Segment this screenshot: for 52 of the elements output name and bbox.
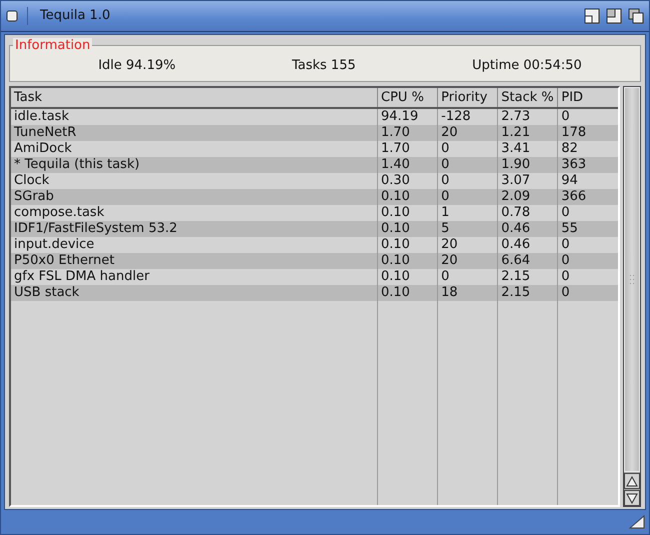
table-cell: 2.15 xyxy=(498,285,558,301)
table-cell: 1.70 xyxy=(378,125,438,141)
table-cell: Clock xyxy=(11,173,378,189)
table-cell: 0 xyxy=(558,285,618,301)
table-cell: SGrab xyxy=(11,189,378,205)
table-cell: 0 xyxy=(438,189,498,205)
table-cell: 178 xyxy=(558,125,618,141)
table-cell: 6.64 xyxy=(498,253,558,269)
tasks-label: Tasks 155 xyxy=(292,58,356,73)
table-cell: 0 xyxy=(558,253,618,269)
table-cell: compose.task xyxy=(11,205,378,221)
table-cell: idle.task xyxy=(11,108,378,125)
table-cell: 2.09 xyxy=(498,189,558,205)
table-cell: TuneNetR xyxy=(11,125,378,141)
table-cell: 0 xyxy=(438,157,498,173)
table-cell: 1.21 xyxy=(498,125,558,141)
column-header[interactable]: CPU % xyxy=(378,88,438,108)
column-header[interactable]: PID xyxy=(558,88,618,108)
scroll-up-button[interactable] xyxy=(624,473,640,489)
table-cell: 0.10 xyxy=(378,253,438,269)
table-cell: input.device xyxy=(11,237,378,253)
idle-label: Idle 94.19% xyxy=(98,58,176,73)
table-cell: 0.10 xyxy=(378,285,438,301)
table-cell: 55 xyxy=(558,221,618,237)
table-cell: AmiDock xyxy=(11,141,378,157)
table-cell: P50x0 Ethernet xyxy=(11,253,378,269)
table-cell: 0.10 xyxy=(378,189,438,205)
column-header[interactable]: Task xyxy=(11,88,378,108)
table-cell: gfx FSL DMA handler xyxy=(11,269,378,285)
uptime-label: Uptime 00:54:50 xyxy=(472,58,582,73)
table-cell: * Tequila (this task) xyxy=(11,157,378,173)
resize-handle-icon[interactable] xyxy=(629,515,645,529)
table-cell: 0.46 xyxy=(498,221,558,237)
table-cell: 1.40 xyxy=(378,157,438,173)
close-button[interactable] xyxy=(5,9,19,23)
window-title: Tequila 1.0 xyxy=(27,7,110,25)
table-cell: 1.90 xyxy=(498,157,558,173)
table-cell: 366 xyxy=(558,189,618,205)
zoom-button[interactable] xyxy=(605,7,623,25)
table-cell: 20 xyxy=(438,125,498,141)
table-cell: USB stack xyxy=(11,285,378,301)
column-header[interactable]: Stack % xyxy=(498,88,558,108)
table-cell: 5 xyxy=(438,221,498,237)
table-cell: 363 xyxy=(558,157,618,173)
table-cell: IDF1/FastFileSystem 53.2 xyxy=(11,221,378,237)
column-header[interactable]: Priority xyxy=(438,88,498,108)
table-cell: 18 xyxy=(438,285,498,301)
table-cell: 0.10 xyxy=(378,221,438,237)
scroll-down-button[interactable] xyxy=(624,490,640,506)
depth-button[interactable] xyxy=(627,7,645,25)
table-cell: 20 xyxy=(438,253,498,269)
iconify-button[interactable] xyxy=(583,7,601,25)
